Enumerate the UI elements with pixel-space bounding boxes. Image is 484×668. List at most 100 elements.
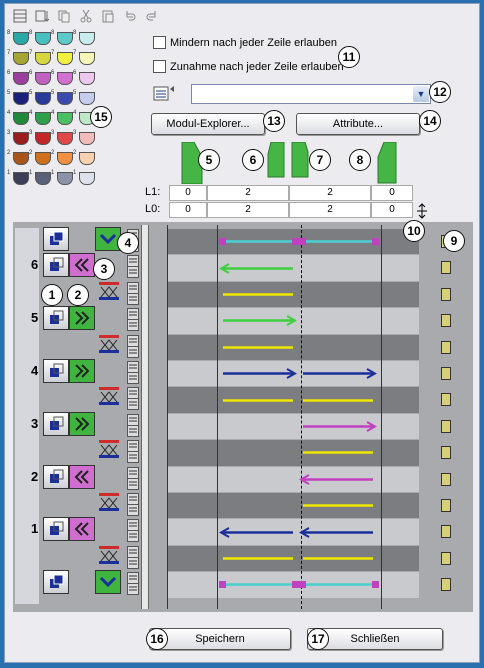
stitch-arrow[interactable]: [299, 421, 377, 432]
color-swatch-navy-3[interactable]: 5: [51, 90, 75, 107]
trash-icon[interactable]: [441, 287, 451, 301]
l0-cell-2[interactable]: 2: [207, 202, 289, 218]
trash-icon[interactable]: [441, 525, 451, 539]
stitch-arrow[interactable]: [219, 526, 297, 538]
color-swatch-teal-4[interactable]: 8: [73, 30, 97, 47]
l1-cell-3[interactable]: 2: [289, 185, 371, 201]
color-swatch-navy-4[interactable]: 5: [73, 90, 97, 107]
color-swatch-violet-4[interactable]: 6: [73, 70, 97, 87]
row-option-icon[interactable]: [127, 266, 139, 279]
color-swatch-teal-3[interactable]: 8: [51, 30, 75, 47]
row-option-icon[interactable]: [127, 451, 139, 464]
save-button[interactable]: Speichern: [149, 628, 291, 650]
knit-icon[interactable]: [97, 491, 123, 516]
color-swatch-navy-2[interactable]: 5: [29, 90, 53, 107]
toolbar-copy-icon[interactable]: [55, 8, 73, 24]
stitch-arrow[interactable]: [299, 395, 377, 406]
stitch-direction-button[interactable]: [69, 411, 95, 436]
row-option-icon[interactable]: [127, 292, 139, 305]
module-shape-7[interactable]: [291, 142, 309, 178]
color-swatch-violet-2[interactable]: 6: [29, 70, 53, 87]
trash-icon[interactable]: [441, 578, 451, 592]
l1-cell-2[interactable]: 2: [207, 185, 289, 201]
color-swatch-green-3[interactable]: 4: [51, 110, 75, 127]
color-swatch-teal-1[interactable]: 8: [7, 30, 31, 47]
stitch-direction-button[interactable]: [69, 517, 95, 542]
stitch-arrow[interactable]: [219, 395, 297, 406]
trash-icon[interactable]: [441, 419, 451, 433]
stitch-arrow[interactable]: [219, 236, 299, 247]
stitch-direction-button[interactable]: [69, 359, 95, 383]
row-option-icon[interactable]: [127, 345, 139, 358]
module-dropdown[interactable]: ▼: [191, 84, 431, 104]
attributes-button[interactable]: Attribute...: [296, 113, 420, 135]
color-swatch-gray-2[interactable]: 1: [29, 170, 53, 187]
color-swatch-teal-2[interactable]: 8: [29, 30, 53, 47]
stitch-square-button[interactable]: [43, 359, 69, 383]
toolbar-paste-icon[interactable]: [99, 8, 117, 24]
toolbar-arrange-icon[interactable]: [33, 8, 51, 24]
color-swatch-gray-3[interactable]: 1: [51, 170, 75, 187]
module-shape-6[interactable]: [267, 142, 285, 178]
trash-icon[interactable]: [441, 314, 451, 328]
stitch-direction-button[interactable]: [69, 306, 95, 331]
color-swatch-yellow-3[interactable]: 7: [51, 50, 75, 67]
trash-icon[interactable]: [441, 446, 451, 460]
color-swatch-red-2[interactable]: 3: [29, 130, 53, 147]
l1-cell-1[interactable]: 0: [169, 185, 207, 201]
stitch-arrow[interactable]: [299, 500, 377, 511]
l0-cell-1[interactable]: 0: [169, 202, 207, 218]
trash-icon[interactable]: [441, 499, 451, 512]
stitch-arrow[interactable]: [299, 579, 379, 590]
stitch-direction-button[interactable]: [69, 253, 95, 278]
toolbar-grid-icon[interactable]: [11, 8, 29, 24]
stitch-square-button[interactable]: [43, 464, 69, 489]
stitch-square-button[interactable]: [43, 517, 69, 542]
stitch-square-button[interactable]: [43, 411, 69, 436]
stitch-arrow[interactable]: [219, 289, 297, 300]
bottom-square-button[interactable]: [43, 570, 69, 595]
toolbar-undo-icon[interactable]: [121, 8, 139, 24]
color-swatch-red-1[interactable]: 3: [7, 130, 31, 147]
stitch-arrow[interactable]: [219, 368, 297, 380]
color-swatch-violet-3[interactable]: 6: [51, 70, 75, 87]
trash-icon[interactable]: [441, 367, 451, 380]
row-option-icon[interactable]: [127, 372, 139, 384]
bottom-chevron-button[interactable]: [95, 570, 121, 595]
stitch-arrow[interactable]: [219, 262, 297, 274]
stitch-arrow[interactable]: [299, 553, 377, 564]
color-swatch-orange-3[interactable]: 2: [51, 150, 75, 167]
color-swatch-navy-1[interactable]: 5: [7, 90, 31, 107]
color-swatch-gray-4[interactable]: 1: [73, 170, 97, 187]
stitch-arrow[interactable]: [299, 473, 377, 485]
knit-icon[interactable]: [97, 280, 123, 305]
row-option-icon[interactable]: [127, 530, 139, 543]
color-swatch-green-1[interactable]: 4: [7, 110, 31, 127]
stitch-arrow[interactable]: [299, 236, 379, 247]
stitch-arrow[interactable]: [219, 553, 297, 564]
knit-icon[interactable]: [97, 333, 123, 358]
stitch-arrow[interactable]: [299, 447, 377, 458]
color-swatch-gray-1[interactable]: 1: [7, 170, 31, 187]
color-swatch-orange-1[interactable]: 2: [7, 150, 31, 167]
stitch-arrow[interactable]: [299, 368, 377, 380]
module-explorer-button[interactable]: Modul-Explorer...: [151, 113, 265, 135]
l1-cell-4[interactable]: 0: [371, 185, 413, 201]
top-square-button[interactable]: [43, 227, 69, 251]
color-swatch-red-3[interactable]: 3: [51, 130, 75, 147]
row-option-icon[interactable]: [127, 477, 139, 490]
color-swatch-yellow-4[interactable]: 7: [73, 50, 97, 67]
resize-icon[interactable]: [416, 203, 428, 219]
increase-checkbox[interactable]: [153, 60, 166, 73]
row-option-icon[interactable]: [127, 504, 139, 516]
toolbar-cut-icon[interactable]: [77, 8, 95, 24]
row-option-icon[interactable]: [127, 398, 139, 411]
color-swatch-yellow-2[interactable]: 7: [29, 50, 53, 67]
knit-icon[interactable]: [97, 385, 123, 410]
row-option-icon[interactable]: [127, 319, 139, 332]
trash-icon[interactable]: [441, 551, 451, 565]
stitch-square-button[interactable]: [43, 306, 69, 331]
row-option-icon[interactable]: [127, 556, 139, 569]
color-swatch-green-2[interactable]: 4: [29, 110, 53, 127]
chevron-down-icon[interactable]: ▼: [413, 86, 429, 102]
